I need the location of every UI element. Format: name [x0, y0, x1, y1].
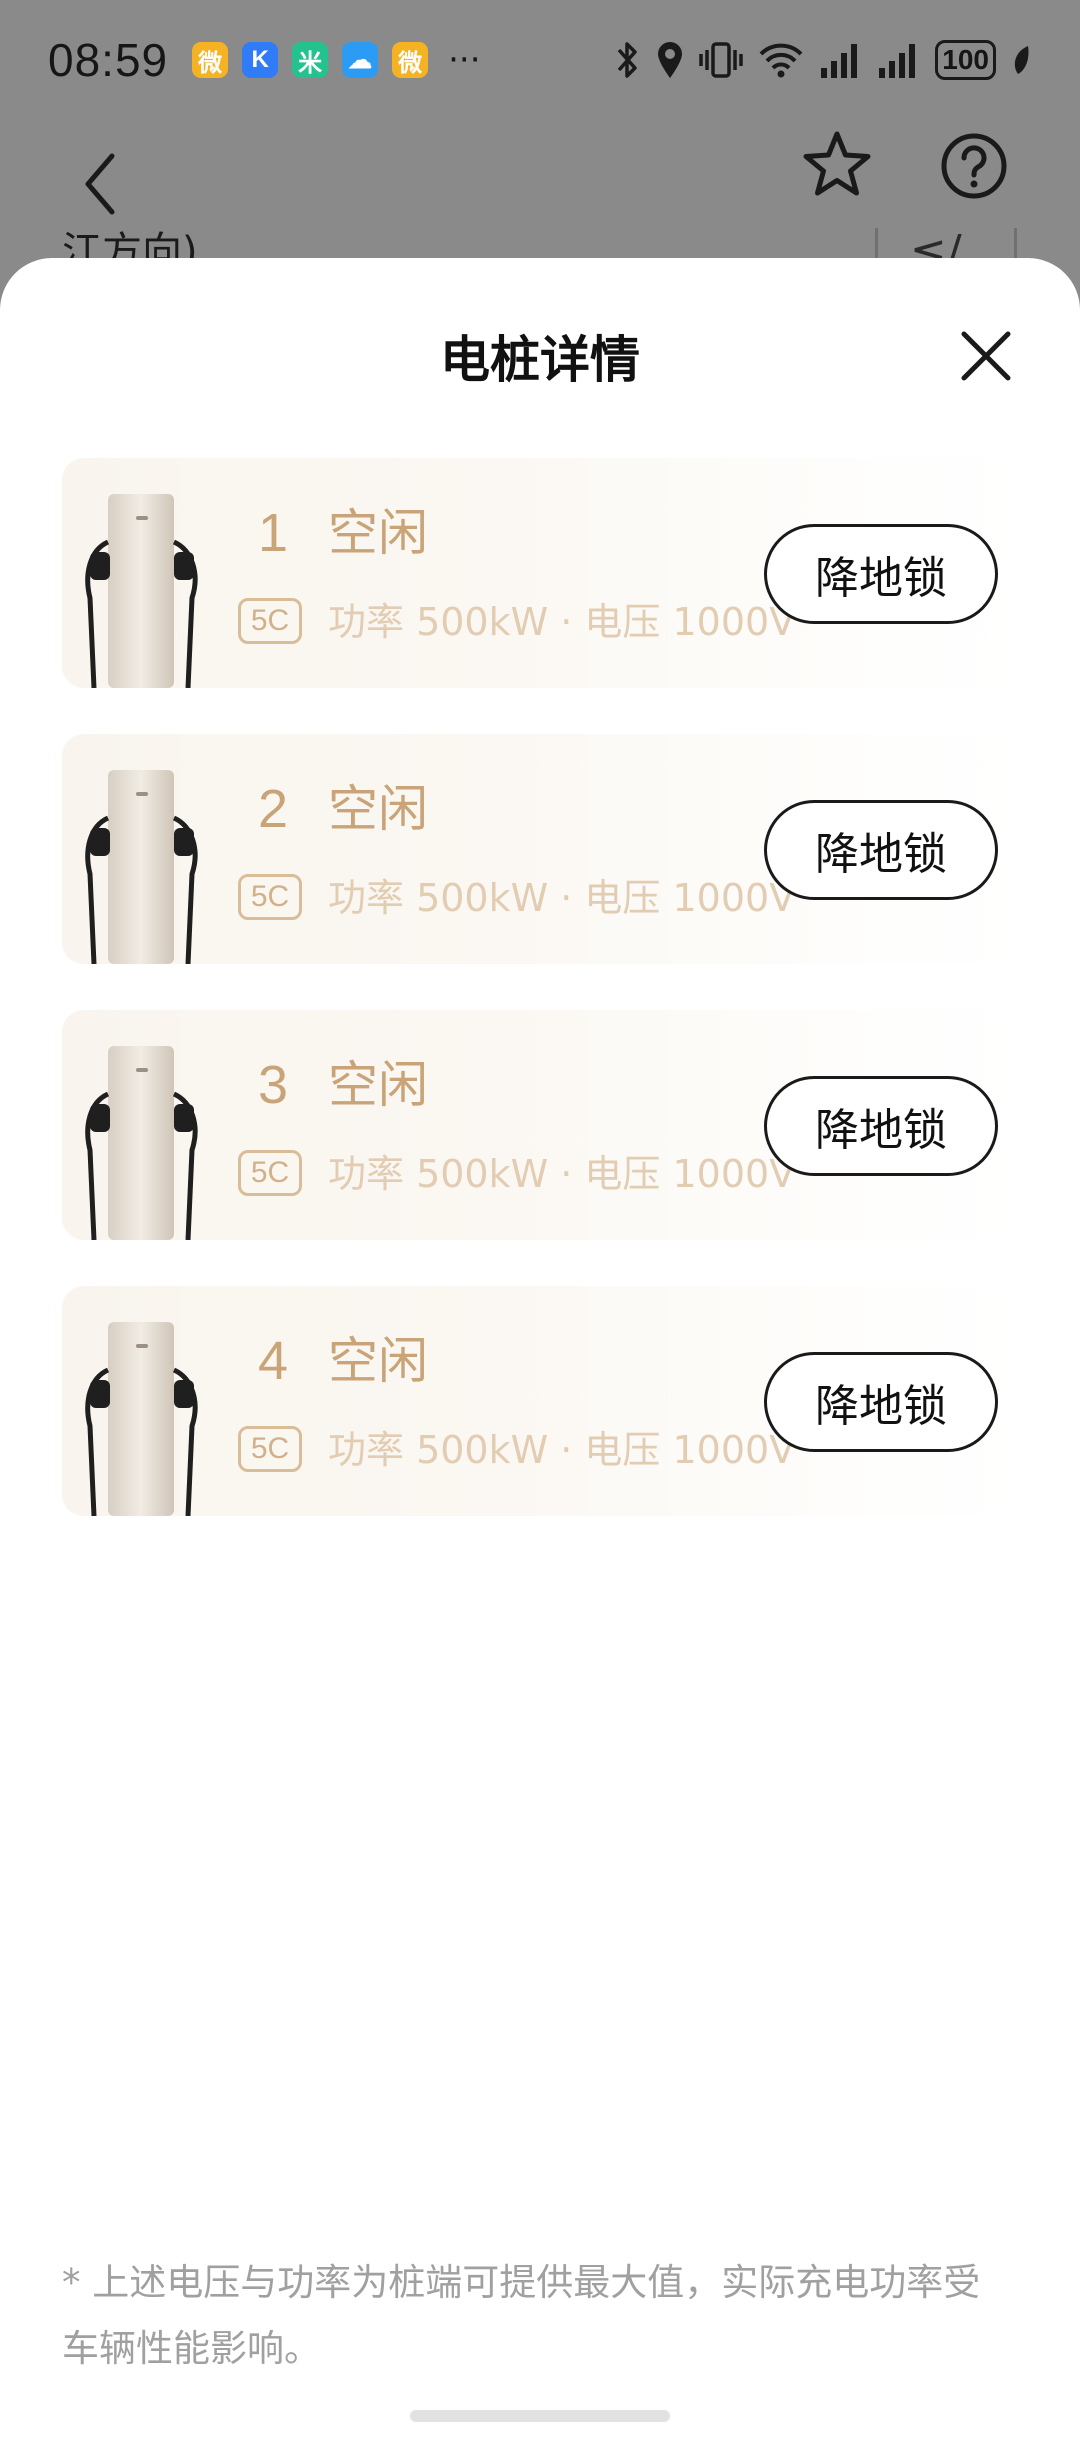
- help-button[interactable]: [940, 132, 1008, 200]
- status-bar-left: 08:59 微 K 米 ☁ 微 ···: [48, 33, 481, 87]
- background-location-text: 江方向): [62, 229, 198, 262]
- pile-number: 2: [258, 779, 289, 839]
- leaf-icon: [1014, 46, 1029, 74]
- pile-specs: 功率 500kW · 电压 1000V: [328, 876, 796, 920]
- pile-details-sheet: 电桩详情 1 空闲 5C 功率 500kW · 电压 1000V 降地锁 2 空…: [0, 258, 1080, 2440]
- pile-specs: 功率 500kW · 电压 1000V: [328, 1428, 796, 1472]
- close-icon[interactable]: [956, 326, 1016, 386]
- status-time: 08:59: [48, 34, 169, 86]
- sheet-title: 电桩详情: [440, 331, 640, 389]
- lower-lock-button[interactable]: 降地锁: [764, 1076, 998, 1176]
- weibo-icon: 微: [192, 42, 229, 78]
- disclaimer-footnote: * 上述电压与功率为桩端可提供最大值，实际充电功率受车辆性能影响。: [62, 2261, 981, 2370]
- lower-lock-button[interactable]: 降地锁: [764, 800, 998, 900]
- pile-number: 1: [258, 503, 289, 563]
- pile-status: 空闲: [328, 1056, 428, 1114]
- charger-pile-image: [85, 770, 198, 964]
- pile-card-4: 4 空闲 5C 功率 500kW · 电压 1000V 降地锁: [62, 1286, 1020, 1516]
- home-indicator[interactable]: [410, 2410, 670, 2422]
- pile-number: 3: [258, 1055, 289, 1115]
- background-divider-2: [1014, 228, 1017, 262]
- pile-specs: 功率 500kW · 电压 1000V: [328, 600, 796, 644]
- favorite-star-button[interactable]: [800, 128, 874, 202]
- lower-lock-button[interactable]: 降地锁: [764, 524, 998, 624]
- background-route-icon: ≤/: [910, 226, 962, 258]
- pile-status: 空闲: [328, 780, 428, 838]
- pile-card-1: 1 空闲 5C 功率 500kW · 电压 1000V 降地锁: [62, 458, 1020, 688]
- charger-pile-image: [85, 1046, 198, 1240]
- pile-number: 4: [258, 1331, 289, 1391]
- pile-specs: 功率 500kW · 电压 1000V: [328, 1152, 796, 1196]
- mi-home-icon: 米: [292, 42, 329, 78]
- bluetooth-icon: [617, 42, 638, 78]
- pile-status: 空闲: [328, 1332, 428, 1390]
- pile-card-2: 2 空闲 5C 功率 500kW · 电压 1000V 降地锁: [62, 734, 1020, 964]
- pile-card-3: 3 空闲 5C 功率 500kW · 电压 1000V 降地锁: [62, 1010, 1020, 1240]
- k-app-icon: K: [242, 42, 279, 78]
- lower-lock-button[interactable]: 降地锁: [764, 1352, 998, 1452]
- pile-status: 空闲: [328, 504, 428, 562]
- charger-pile-image: [85, 1322, 198, 1516]
- back-button[interactable]: [66, 134, 136, 234]
- background-divider: [875, 228, 878, 262]
- status-bar: 08:59 微 K 米 ☁ 微 ··· 100: [0, 0, 1080, 120]
- status-bar-right: 100: [615, 40, 1032, 80]
- cloud-icon: ☁: [342, 42, 379, 78]
- pile-rate-badge: 5C: [238, 1150, 302, 1196]
- more-notifications-icon: ···: [448, 40, 481, 80]
- pile-rate-badge: 5C: [238, 598, 302, 644]
- vibrate-icon: [699, 42, 744, 78]
- pile-list: 1 空闲 5C 功率 500kW · 电压 1000V 降地锁 2 空闲 5C …: [62, 458, 1020, 1562]
- signal-icon-1: [821, 44, 858, 78]
- battery-icon: 100: [935, 40, 996, 80]
- weibo-icon-2: 微: [392, 42, 429, 78]
- signal-icon-2: [879, 44, 916, 78]
- pile-rate-badge: 5C: [238, 874, 302, 920]
- wifi-icon: [759, 43, 803, 78]
- pile-rate-badge: 5C: [238, 1426, 302, 1472]
- location-icon: [658, 42, 683, 78]
- charger-pile-image: [85, 494, 198, 688]
